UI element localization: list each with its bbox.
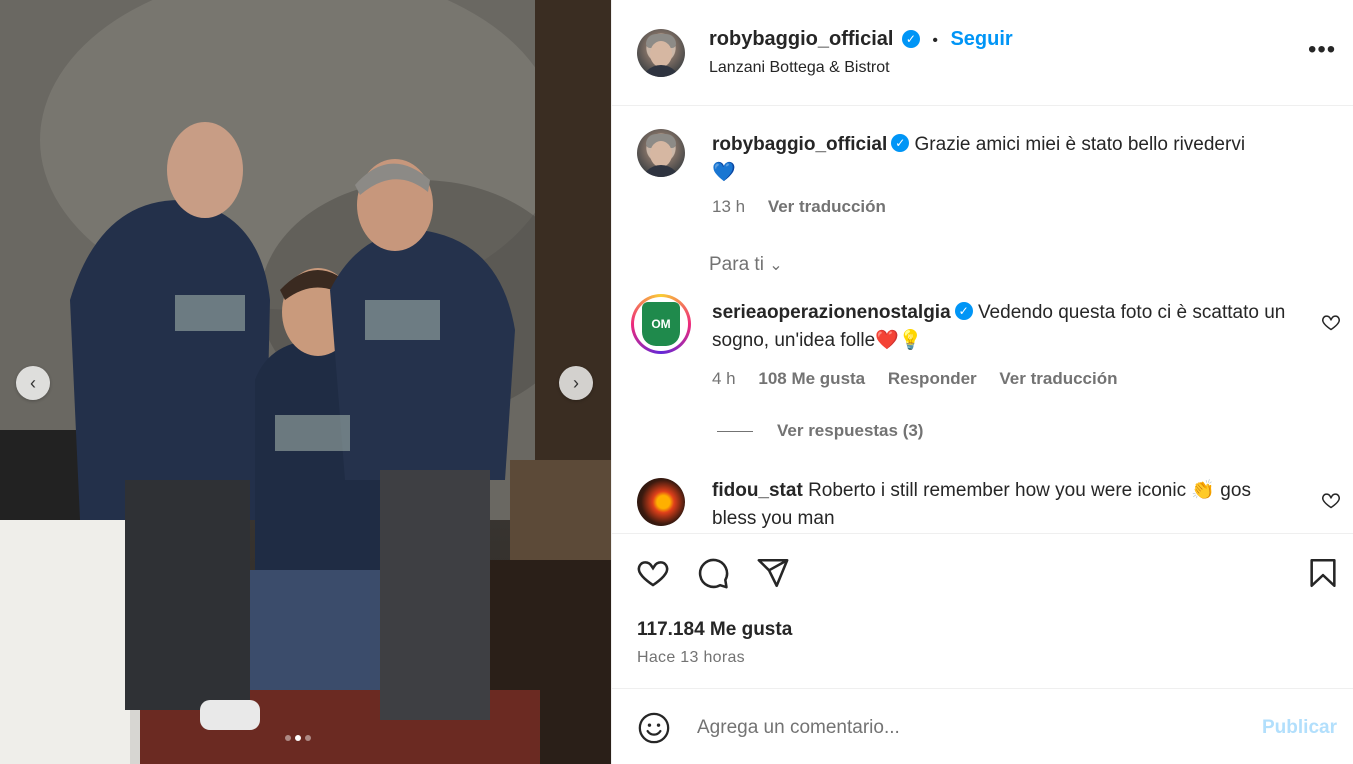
share-paper-plane-icon[interactable] xyxy=(756,556,790,590)
club-crest-icon: OM xyxy=(642,302,680,346)
chevron-down-icon: ⌄ xyxy=(769,257,783,274)
carousel-indicator xyxy=(285,735,311,741)
carousel-next-button[interactable]: › xyxy=(559,366,593,400)
caption-text-block: robybaggio_official ✓ Grazie amici miei è… xyxy=(712,131,1292,187)
post-photo[interactable]: ‹ › xyxy=(0,0,611,764)
post-timestamp[interactable]: Hace 13 horas xyxy=(637,649,745,667)
comment-username[interactable]: fidou_stat xyxy=(712,480,803,501)
more-options-button[interactable]: ••• xyxy=(1308,38,1336,62)
blue-heart-emoji: 💙 xyxy=(712,162,736,183)
chevron-left-icon: ‹ xyxy=(30,372,36,393)
comment-composer: Publicar xyxy=(612,688,1353,764)
post-header: robybaggio_official ✓ • Seguir Lanzani B… xyxy=(612,0,1353,106)
post-actions: 117.184 Me gusta Hace 13 horas xyxy=(612,533,1353,688)
comment-time[interactable]: 4 h xyxy=(712,369,736,388)
more-horizontal-icon: ••• xyxy=(1308,36,1337,63)
like-count[interactable]: 117.184 Me gusta xyxy=(637,619,792,641)
comment-input[interactable] xyxy=(697,711,1237,745)
chevron-right-icon: › xyxy=(573,372,579,393)
like-comment-heart-icon[interactable] xyxy=(1321,490,1341,510)
verified-badge-icon: ✓ xyxy=(901,29,920,48)
caption-username[interactable]: robybaggio_official xyxy=(712,134,887,155)
comments-list[interactable]: robybaggio_official ✓ Grazie amici miei è… xyxy=(612,107,1353,532)
caption-time[interactable]: 13 h xyxy=(712,197,745,216)
emoji-smiley-icon[interactable] xyxy=(637,711,671,745)
view-replies-button[interactable]: Ver respuestas (3) xyxy=(717,421,923,441)
like-heart-icon[interactable] xyxy=(636,556,670,590)
verified-badge-icon: ✓ xyxy=(891,133,910,152)
caption-translate-link[interactable]: Ver traducción xyxy=(768,197,886,216)
photo-scene xyxy=(0,0,611,764)
caption-author-avatar[interactable] xyxy=(637,129,685,177)
like-comment-heart-icon[interactable] xyxy=(1321,312,1341,332)
author-line: robybaggio_official ✓ • Seguir xyxy=(709,28,1013,51)
carousel-dot-active xyxy=(295,735,301,741)
post-side-panel: robybaggio_official ✓ • Seguir Lanzani B… xyxy=(611,0,1353,764)
comment-meta: 4 h 108 Me gusta Responder Ver traducció… xyxy=(712,369,1136,389)
comment-translate-link[interactable]: Ver traducción xyxy=(999,369,1117,388)
verified-badge-icon: ✓ xyxy=(954,301,973,320)
comment-username[interactable]: serieaoperazionenostalgia xyxy=(712,302,951,323)
post-location[interactable]: Lanzani Bottega & Bistrot xyxy=(709,59,890,77)
author-avatar[interactable] xyxy=(637,29,685,77)
comment-text-block: serieaoperazionenostalgia ✓ Vedendo quest… xyxy=(712,299,1292,355)
view-replies-label: Ver respuestas (3) xyxy=(777,421,924,440)
comment-sort-dropdown[interactable]: Para ti ⌄ xyxy=(709,254,783,276)
carousel-dot xyxy=(285,735,291,741)
carousel-dot xyxy=(305,735,311,741)
caption-text: Grazie amici miei è stato bello rivederv… xyxy=(914,134,1246,155)
comment-text-block: fidou_stat Roberto i still remember how … xyxy=(712,477,1292,532)
commenter-avatar-serieaoperazionenostalgia[interactable]: OM xyxy=(631,294,691,354)
sort-label: Para ti xyxy=(709,254,764,275)
follow-button[interactable]: Seguir xyxy=(950,28,1012,50)
comment-likes[interactable]: 108 Me gusta xyxy=(758,369,865,388)
divider xyxy=(717,430,753,432)
separator: • xyxy=(932,32,938,49)
carousel-prev-button[interactable]: ‹ xyxy=(16,366,50,400)
author-username[interactable]: robybaggio_official xyxy=(709,28,893,50)
save-bookmark-icon[interactable] xyxy=(1306,556,1340,590)
commenter-avatar-fidou-stat[interactable] xyxy=(637,478,685,526)
caption-meta: 13 h Ver traducción xyxy=(712,197,904,217)
comment-bubble-icon[interactable] xyxy=(696,556,730,590)
publish-button[interactable]: Publicar xyxy=(1262,717,1337,739)
reply-button[interactable]: Responder xyxy=(888,369,977,388)
